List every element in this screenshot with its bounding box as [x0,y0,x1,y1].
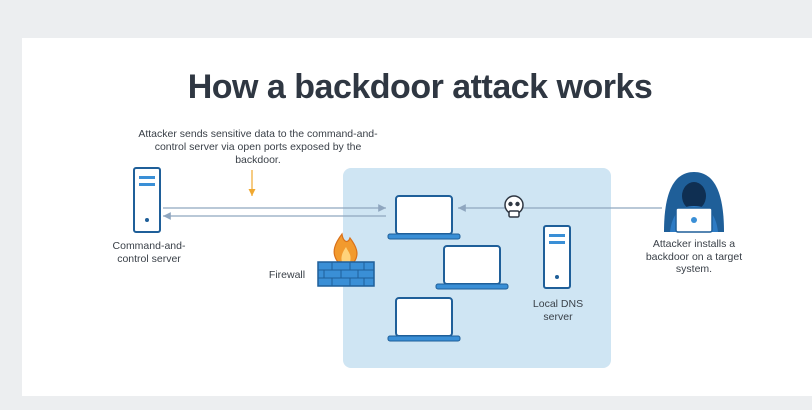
attacker-label: Attacker installs a backdoor on a target… [645,238,743,275]
firewall-label: Firewall [268,269,306,281]
dns-server-icon [543,225,571,289]
c2-server-label: Command-and-control server [112,240,186,265]
firewall-icon [317,232,375,287]
dns-server-label: Local DNS server [532,298,584,323]
network-laptop-icon [435,245,509,290]
infected-laptop-icon [387,195,461,240]
network-laptop-icon [387,297,461,342]
backdoor-diagram [133,167,724,342]
c2-server-icon [133,167,161,233]
hacker-icon [664,172,724,233]
skull-icon [504,195,524,218]
